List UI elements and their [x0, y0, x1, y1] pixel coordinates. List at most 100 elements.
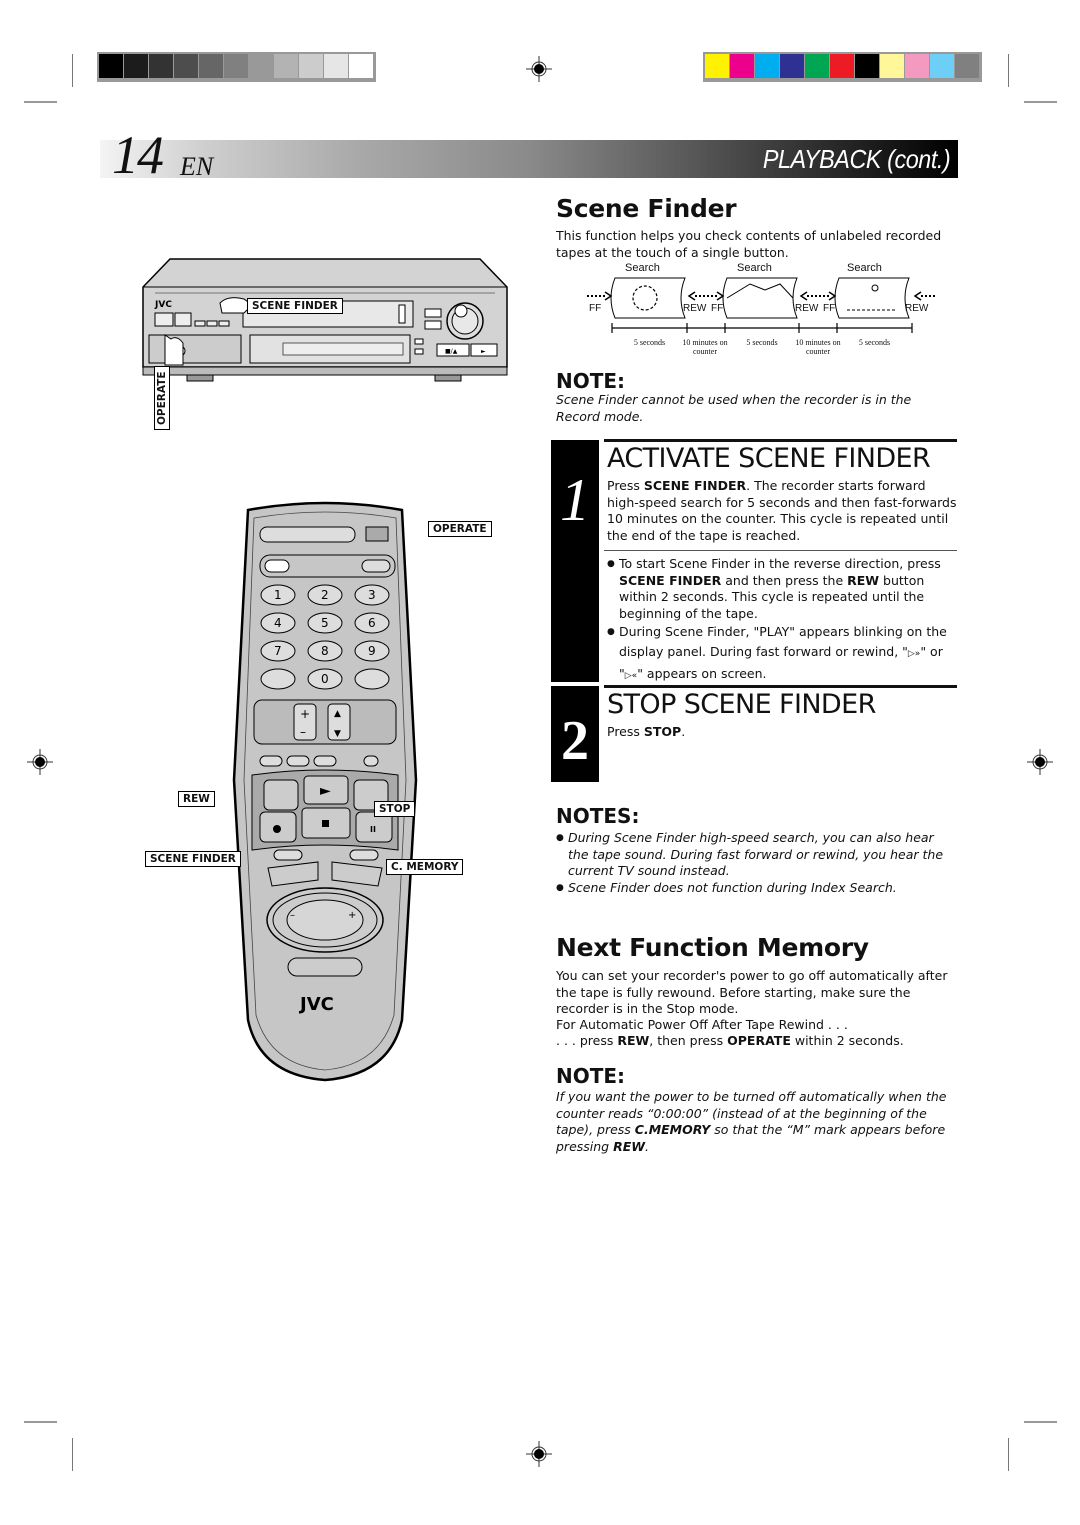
search-label-2: Search: [737, 262, 772, 274]
volume-plus-label: +: [300, 707, 310, 721]
vcr-play-label: ►: [481, 348, 486, 355]
crop-mark-tr-v: [1008, 54, 1009, 87]
nfm-line1: For Automatic Power Off After Tape Rewin…: [556, 1017, 848, 1032]
gray-swatch: [199, 54, 223, 78]
notes-item: During Scene Finder high-speed search, y…: [556, 830, 956, 880]
nfm-line2: . . . press REW, then press OPERATE with…: [556, 1033, 956, 1050]
nfm-line2-bold1: REW: [617, 1033, 650, 1048]
interval-arrows: [611, 323, 913, 333]
notes-heading: NOTES:: [556, 804, 640, 828]
vcr-brand: JVC: [154, 300, 172, 310]
step1-bullet-display: During Scene Finder, "PLAY" appears blin…: [607, 622, 957, 686]
step1-bullets: To start Scene Finder in the reverse dir…: [607, 556, 957, 686]
step2-title: STOP SCENE FINDER: [607, 689, 876, 720]
remote-operate-callout: OPERATE: [428, 521, 492, 537]
crop-mark-bl-v: [72, 1438, 73, 1471]
nfm-line2-mid: , then press: [649, 1033, 728, 1048]
nfm-line2-post: within 2 seconds.: [790, 1033, 904, 1048]
vcr-illustration: JVC ■/▲ ►: [142, 258, 508, 382]
gray-swatch: [149, 54, 173, 78]
step1-title: ACTIVATE SCENE FINDER: [607, 443, 931, 474]
crop-mark-bl-h: [24, 1421, 57, 1423]
color-swatch: [805, 54, 829, 78]
gray-swatch: [249, 54, 273, 78]
record-dot: [273, 825, 281, 833]
scene-finder-title: Scene Finder: [556, 194, 737, 223]
pause-label: II: [370, 825, 376, 834]
volume-minus-label: –: [300, 725, 306, 739]
play-label: ►: [320, 783, 331, 799]
note-text: Scene Finder cannot be used when the rec…: [556, 392, 912, 424]
nfm-note-heading: NOTE:: [556, 1064, 626, 1088]
keypad-label: 2: [321, 588, 329, 602]
nfm-paragraph: You can set your recorder's power to go …: [556, 968, 948, 1016]
color-swatch: [730, 54, 754, 78]
scene-finder-intro: This function helps you check contents o…: [556, 228, 942, 260]
step1-bullet-reverse: To start Scene Finder in the reverse dir…: [607, 556, 957, 622]
stop-square: [322, 820, 329, 827]
step2-rule: [604, 685, 957, 688]
bullet1-mid: and then press the: [721, 572, 848, 588]
dir-label-rew-1: REW: [683, 303, 707, 314]
keypad-label: 5: [321, 616, 329, 630]
crop-mark-br-v: [1008, 1438, 1009, 1471]
page-number: 14: [112, 125, 164, 185]
next-function-memory-title: Next Function Memory: [556, 933, 869, 962]
registration-mark-top-icon: [526, 56, 552, 82]
note-heading: NOTE:: [556, 369, 626, 393]
gray-swatch: [274, 54, 298, 78]
color-bar: [703, 52, 982, 82]
remote-scene-finder-callout: SCENE FINDER: [145, 851, 241, 867]
vcr-stop-eject-label: ■/▲: [445, 348, 458, 355]
bullet2-pre: During Scene Finder, "PLAY" appears blin…: [619, 624, 947, 659]
notes-item: Scene Finder does not function during In…: [556, 880, 956, 897]
crop-mark-br-h: [1024, 1421, 1057, 1423]
nfm-line2-pre: . . . press: [556, 1033, 618, 1048]
channel-down-label: ▼: [334, 729, 341, 739]
skip-forward-label: +: [348, 910, 356, 921]
portrait-scene-frame: [610, 277, 686, 319]
step2-number: 2: [551, 686, 599, 782]
bullet2-post: " appears on screen.: [637, 666, 767, 681]
keypad-label: 3: [368, 588, 376, 602]
notes-list: During Scene Finder high-speed search, y…: [556, 830, 956, 896]
step1-text-pre: Press: [607, 478, 644, 493]
nfm-note-post: .: [645, 1138, 650, 1154]
step2-text: Press STOP.: [607, 724, 957, 741]
gray-swatch: [224, 54, 248, 78]
gray-swatch: [174, 54, 198, 78]
registration-mark-bottom-icon: [526, 1441, 552, 1467]
keypad-label: 1: [274, 588, 282, 602]
rew-search-icon: ▷«: [624, 671, 638, 681]
search-label-1: Search: [625, 262, 660, 274]
step1-rule: [604, 439, 957, 442]
registration-mark-right-icon: [1027, 749, 1053, 775]
nfm-note-bold2: REW: [613, 1138, 646, 1154]
mountain-scene-frame: [722, 277, 798, 319]
keypad-label: 8: [321, 644, 329, 658]
bullet1-bold2: REW: [847, 572, 880, 588]
section-title: PLAYBACK (cont.): [762, 144, 951, 174]
crop-mark-tl-h: [24, 101, 57, 103]
skip-back-label: –: [290, 910, 295, 921]
nfm-note-bold1: C.MEMORY: [634, 1122, 711, 1137]
color-swatch: [905, 54, 929, 78]
registration-mark-left-icon: [27, 749, 53, 775]
dir-label-ff-2: FF: [711, 303, 724, 314]
gray-swatch: [349, 54, 373, 78]
color-swatch: [855, 54, 879, 78]
dir-label-ff-3: FF: [823, 303, 836, 314]
nfm-line2-bold2: OPERATE: [727, 1033, 791, 1048]
remote-c-memory-callout: C. MEMORY: [386, 859, 464, 875]
color-swatch: [755, 54, 779, 78]
keypad-label: 9: [368, 644, 376, 658]
keypad-button: [354, 668, 390, 690]
color-swatch: [955, 54, 979, 78]
step2-text-bold: STOP: [643, 724, 682, 739]
dir-label-rew-2: REW: [795, 303, 819, 314]
tape-frames-graphic: [587, 277, 937, 319]
step2-text-post: .: [681, 724, 686, 739]
crop-mark-tr-h: [1024, 101, 1057, 103]
page-language: EN: [180, 152, 214, 181]
step1-divider: [604, 550, 957, 551]
